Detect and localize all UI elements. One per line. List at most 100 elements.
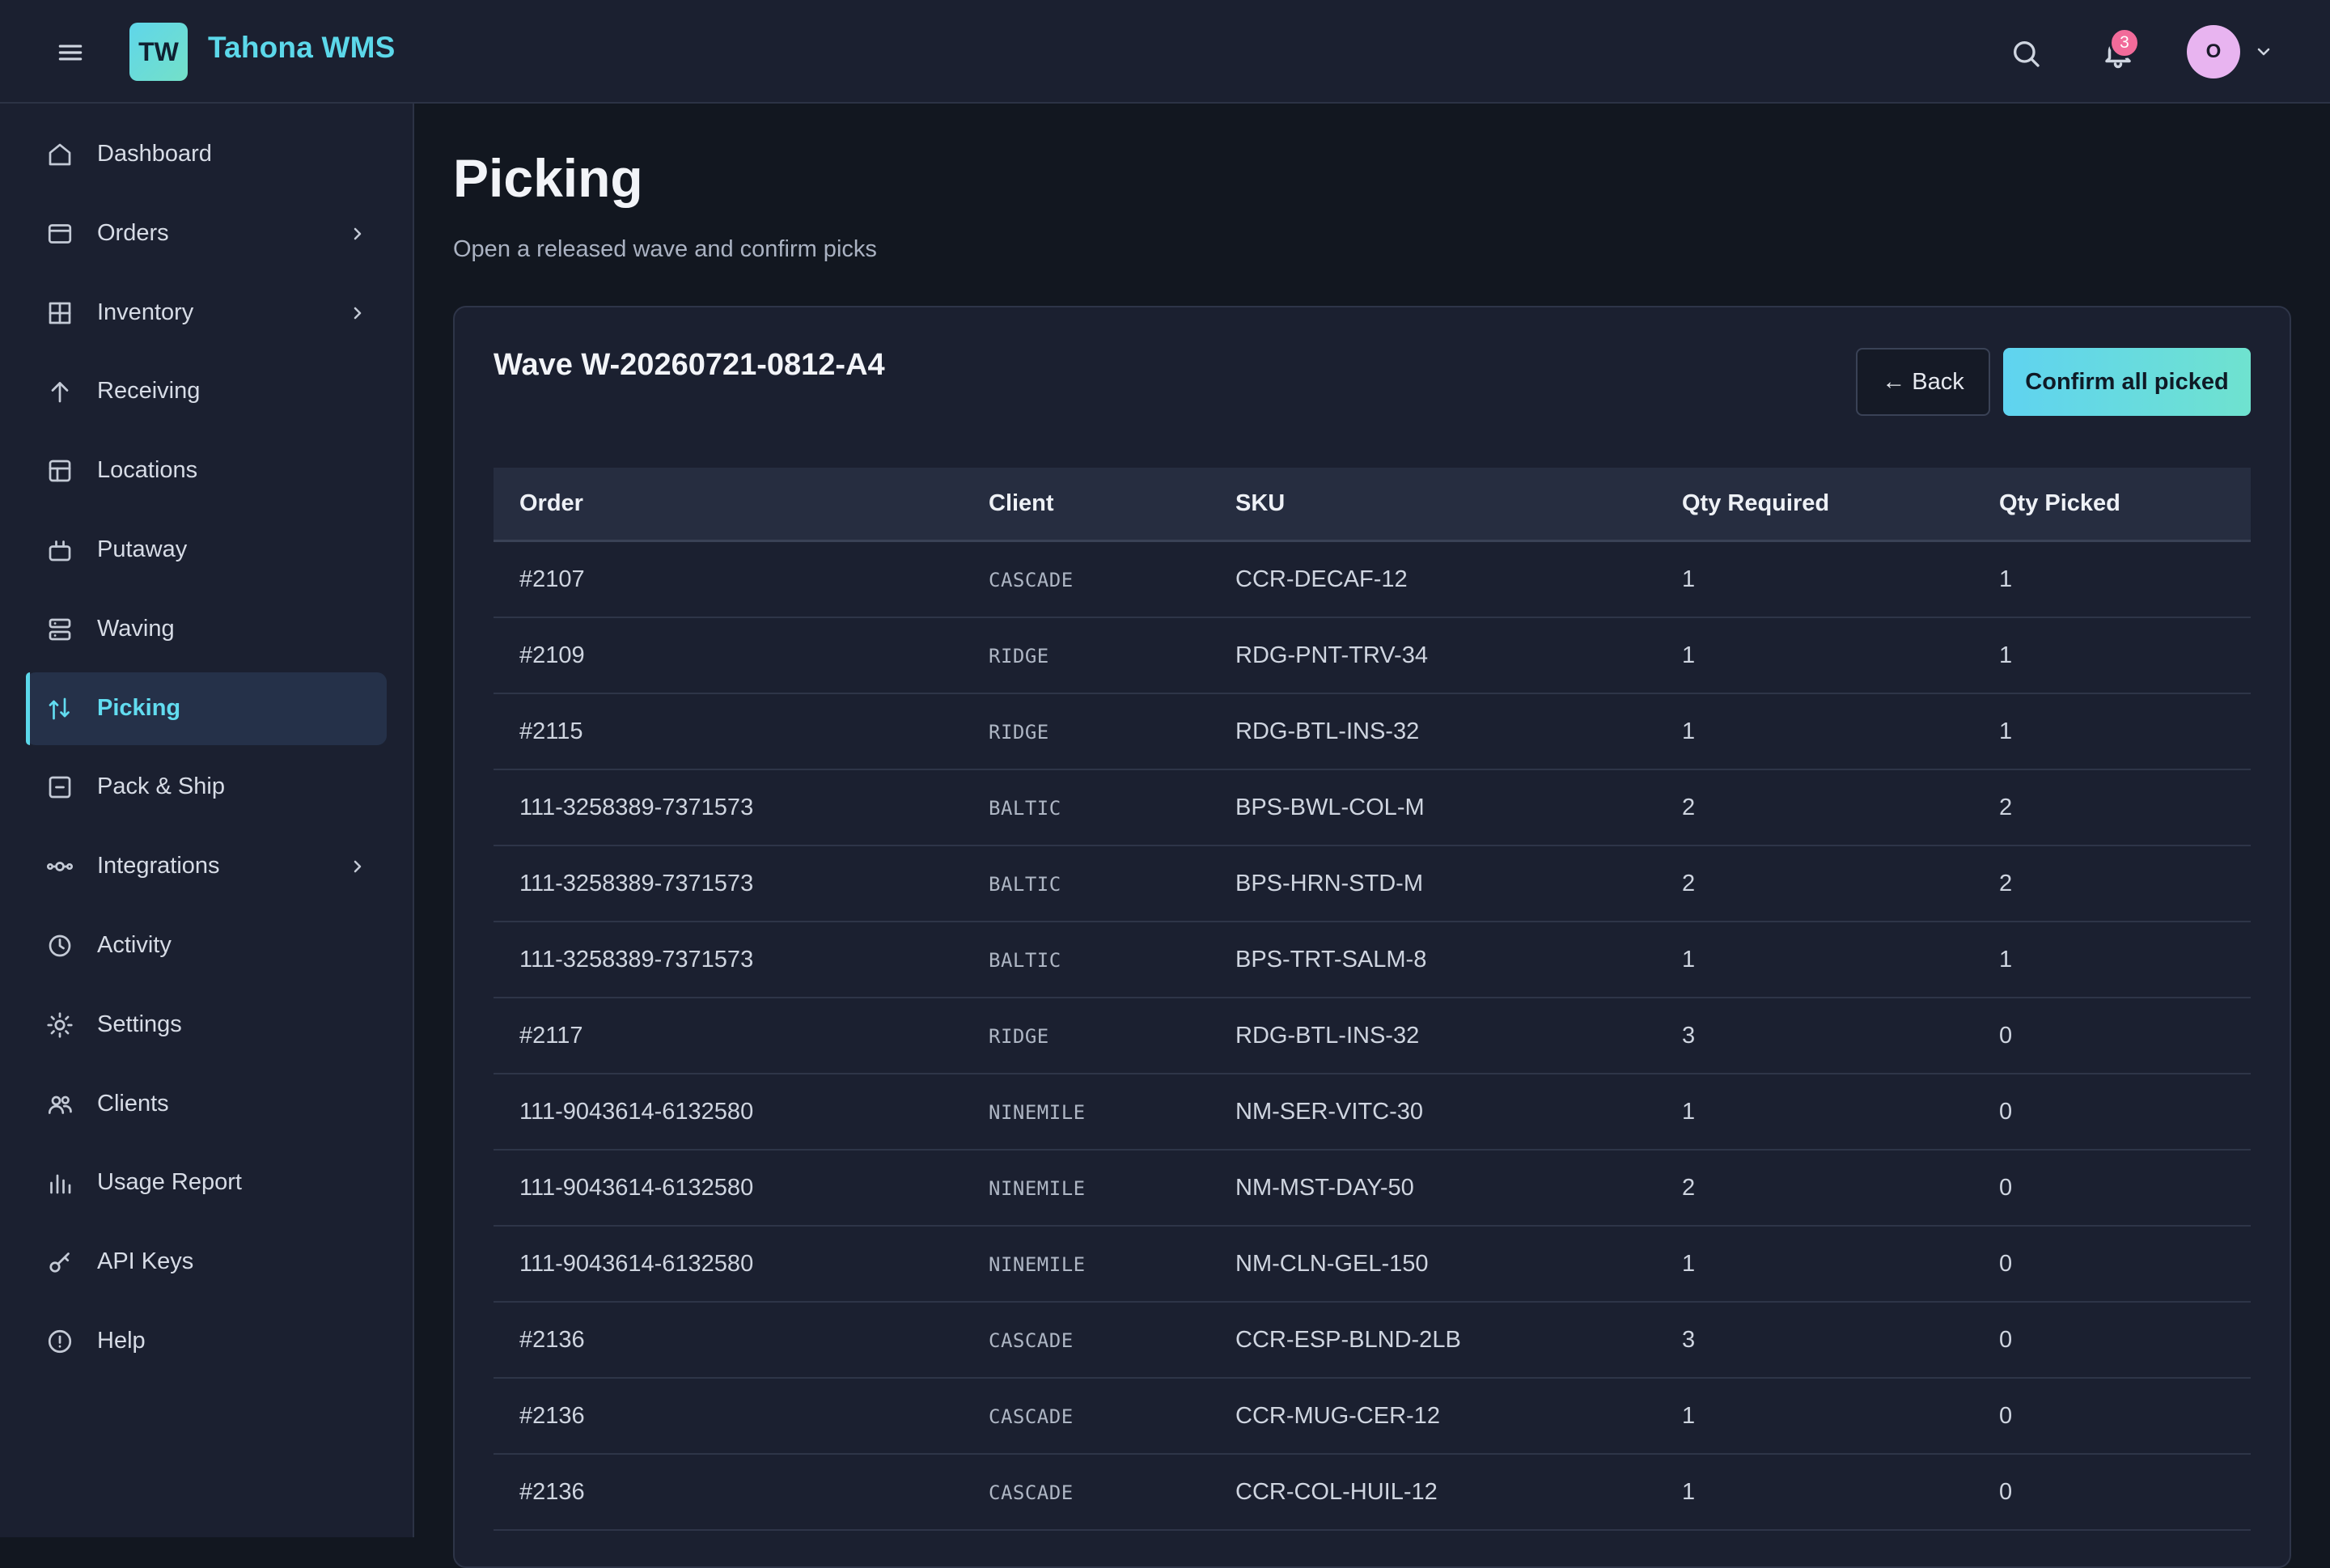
waving-icon (45, 615, 74, 644)
integrations-icon (45, 852, 74, 881)
locations-icon (45, 456, 74, 485)
cell-sku: BPS-BWL-COL-M (1235, 795, 1425, 820)
sidebar-item-inventory[interactable]: Inventory (26, 277, 387, 350)
search-icon[interactable] (2010, 37, 2042, 70)
sidebar-item-activity[interactable]: Activity (26, 909, 387, 982)
cell-qty-required: 2 (1682, 871, 1696, 896)
table-row[interactable]: #2107 CASCADE CCR-DECAF-12 1 1 (494, 542, 2251, 618)
chevron-down-icon[interactable] (2254, 44, 2273, 60)
cell-client: RIDGE (989, 1025, 1049, 1048)
cell-order: #2136 (519, 1327, 585, 1353)
cell-client: BALTIC (989, 873, 1061, 896)
user-avatar[interactable]: O (2187, 25, 2240, 78)
cell-qty-required: 1 (1682, 718, 1696, 744)
cell-client: CASCADE (989, 1405, 1074, 1428)
column-header-qty-picked[interactable]: Qty Picked (1999, 490, 2120, 517)
help-icon (45, 1327, 74, 1356)
table-row[interactable]: #2136 CASCADE CCR-COL-HUIL-12 1 0 (494, 1455, 2251, 1531)
cell-client: BALTIC (989, 949, 1061, 972)
column-header-order[interactable]: Order (519, 490, 583, 517)
putaway-icon (45, 536, 74, 565)
cell-client: RIDGE (989, 721, 1049, 744)
back-button[interactable]: ← Back (1856, 348, 1990, 416)
cell-order: #2107 (519, 566, 585, 592)
cell-qty-required: 1 (1682, 1479, 1696, 1505)
cell-sku: CCR-MUG-CER-12 (1235, 1403, 1440, 1429)
cell-order: 111-9043614-6132580 (519, 1099, 754, 1125)
cell-client: CASCADE (989, 569, 1074, 591)
cell-qty-picked: 0 (1999, 1403, 2013, 1429)
gear-icon (45, 1011, 74, 1040)
sidebar-item-label: Clients (97, 1090, 169, 1117)
table-row[interactable]: #2136 CASCADE CCR-MUG-CER-12 1 0 (494, 1379, 2251, 1455)
sidebar-item-clients[interactable]: Clients (26, 1068, 387, 1141)
sidebar-item-label: API Keys (97, 1248, 194, 1275)
cell-qty-picked: 0 (1999, 1023, 2013, 1049)
cell-sku: BPS-TRT-SALM-8 (1235, 947, 1427, 973)
cell-order: 111-9043614-6132580 (519, 1175, 754, 1201)
table-row[interactable]: 111-9043614-6132580 NINEMILE NM-SER-VITC-3… (494, 1074, 2251, 1151)
cell-client: RIDGE (989, 645, 1049, 667)
cell-order: #2109 (519, 642, 585, 668)
chevron-right-icon[interactable] (348, 303, 367, 323)
hamburger-menu-icon[interactable] (55, 37, 86, 68)
sidebar-item-label: Picking (97, 694, 181, 721)
pack-icon (45, 773, 74, 802)
sidebar-item-label: Receiving (97, 378, 201, 405)
sidebar-item-label: Inventory (97, 299, 194, 325)
table-row[interactable]: #2136 CASCADE CCR-ESP-BLND-2LB 3 0 (494, 1303, 2251, 1379)
cell-sku: BPS-HRN-STD-M (1235, 871, 1423, 896)
grid-icon (45, 299, 74, 328)
sidebar-item-label: Putaway (97, 536, 188, 562)
table-row[interactable]: 111-9043614-6132580 NINEMILE NM-CLN-GEL-15… (494, 1227, 2251, 1303)
sidebar-item-help[interactable]: Help (26, 1305, 387, 1378)
cell-qty-required: 1 (1682, 1403, 1696, 1429)
sidebar-item-orders[interactable]: Orders (26, 197, 387, 270)
cell-order: 111-3258389-7371573 (519, 871, 754, 896)
sidebar-item-receiving[interactable]: Receiving (26, 355, 387, 428)
table-row[interactable]: 111-3258389-7371573 BALTIC BPS-BWL-COL-M 2 2 (494, 770, 2251, 846)
picking-icon (45, 694, 74, 723)
table-row[interactable]: 111-3258389-7371573 BALTIC BPS-HRN-STD-M 2 2 (494, 846, 2251, 922)
cell-qty-picked: 2 (1999, 795, 2013, 820)
cell-sku: RDG-PNT-TRV-34 (1235, 642, 1428, 668)
cell-sku: NM-CLN-GEL-150 (1235, 1251, 1429, 1277)
confirm-all-picked-button[interactable]: Confirm all picked (2003, 348, 2251, 416)
sidebar-item-settings[interactable]: Settings (26, 989, 387, 1062)
sidebar-item-integrations[interactable]: Integrations (26, 830, 387, 903)
cell-order: #2136 (519, 1403, 585, 1429)
column-header-qty-required[interactable]: Qty Required (1682, 490, 1829, 517)
cell-order: 111-9043614-6132580 (519, 1251, 754, 1277)
table-row[interactable]: #2117 RIDGE RDG-BTL-INS-32 3 0 (494, 998, 2251, 1074)
table-row[interactable]: #2109 RIDGE RDG-PNT-TRV-34 1 1 (494, 618, 2251, 694)
cell-qty-picked: 0 (1999, 1251, 2013, 1277)
sidebar-item-picking[interactable]: Picking (26, 672, 387, 745)
table-row[interactable]: 111-3258389-7371573 BALTIC BPS-TRT-SALM-8 1… (494, 922, 2251, 998)
top-bar: TW Tahona WMS 3 O (0, 0, 2330, 104)
sidebar-item-pack-ship[interactable]: Pack & Ship (26, 751, 387, 824)
app-logo: TW (129, 23, 188, 81)
sidebar-item-locations[interactable]: Locations (26, 434, 387, 507)
page-title: Picking (453, 148, 643, 208)
cell-qty-required: 1 (1682, 642, 1696, 668)
sidebar-item-usage-report[interactable]: Usage Report (26, 1146, 387, 1219)
chevron-right-icon[interactable] (348, 224, 367, 244)
sidebar-item-waving[interactable]: Waving (26, 593, 387, 666)
cell-qty-picked: 0 (1999, 1479, 2013, 1505)
sidebar-item-putaway[interactable]: Putaway (26, 514, 387, 587)
column-header-client[interactable]: Client (989, 490, 1054, 517)
table-row[interactable]: 111-9043614-6132580 NINEMILE NM-MST-DAY-50… (494, 1151, 2251, 1227)
cell-qty-required: 1 (1682, 947, 1696, 973)
cell-qty-picked: 0 (1999, 1327, 2013, 1353)
column-header-sku[interactable]: SKU (1235, 490, 1285, 517)
cell-qty-picked: 1 (1999, 642, 2013, 668)
table-row[interactable]: #2115 RIDGE RDG-BTL-INS-32 1 1 (494, 694, 2251, 770)
sidebar-item-api-keys[interactable]: API Keys (26, 1226, 387, 1299)
sidebar-item-dashboard[interactable]: Dashboard (26, 118, 387, 191)
wave-title: Wave W-20260721-0812-A4 (494, 348, 885, 382)
cell-client: NINEMILE (989, 1101, 1086, 1124)
chevron-right-icon[interactable] (348, 857, 367, 876)
app-title[interactable]: Tahona WMS (208, 31, 396, 65)
cell-sku: NM-MST-DAY-50 (1235, 1175, 1414, 1201)
page-subtitle: Open a released wave and confirm picks (453, 236, 877, 262)
